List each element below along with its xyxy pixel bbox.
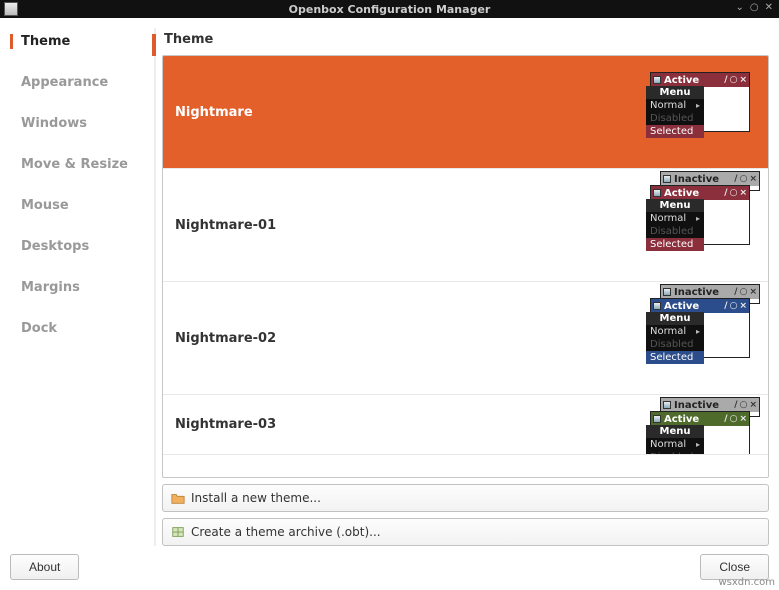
- preview-menu-item-selected: Selected: [646, 238, 704, 251]
- theme-name: Nightmare: [171, 62, 628, 162]
- preview-menu-item-selected: Selected: [646, 351, 704, 364]
- theme-name: Nightmare-02: [171, 288, 628, 388]
- folder-icon: [171, 491, 185, 505]
- preview-menu-item-disabled: Disabled: [646, 112, 704, 125]
- watermark: wsxdn.com: [718, 577, 775, 588]
- sidebar-item-dock[interactable]: Dock: [10, 321, 150, 336]
- sidebar-item-margins[interactable]: Margins: [10, 280, 150, 295]
- theme-name: Nightmare-03: [171, 401, 628, 448]
- content-pane: Theme NightmareActive∕○×MenuNormal▸Disab…: [162, 28, 769, 546]
- preview-menu-item-disabled: Disabled: [646, 225, 704, 238]
- preview-menu-item: Normal▸: [646, 325, 704, 338]
- theme-name: Nightmare-01: [171, 175, 628, 275]
- theme-list[interactable]: NightmareActive∕○×MenuNormal▸DisabledSel…: [162, 55, 769, 478]
- preview-menu-item: Normal▸: [646, 438, 704, 451]
- install-theme-button[interactable]: Install a new theme...: [162, 484, 769, 512]
- sidebar-item-desktops[interactable]: Desktops: [10, 239, 150, 254]
- close-icon[interactable]: ✕: [765, 2, 773, 13]
- preview-menu: MenuNormal▸DisabledSelected: [646, 199, 704, 251]
- sidebar-separator: [154, 28, 156, 546]
- window-titlebar: Openbox Configuration Manager ⌄ ○ ✕: [0, 0, 779, 18]
- sidebar-item-theme[interactable]: Theme: [10, 34, 150, 49]
- install-theme-label: Install a new theme...: [191, 491, 321, 505]
- preview-menu-item: Normal▸: [646, 212, 704, 225]
- preview-menu-item-disabled: Disabled: [646, 451, 704, 455]
- preview-menu-header: Menu: [646, 199, 704, 212]
- footer: About Close: [10, 554, 769, 580]
- preview-menu: MenuNormal▸DisabledSelected: [646, 425, 704, 455]
- theme-preview: Inactive∕○×Active∕○×MenuNormal▸DisabledS…: [628, 288, 760, 388]
- preview-menu-item-selected: Selected: [646, 125, 704, 138]
- create-archive-button[interactable]: Create a theme archive (.obt)...: [162, 518, 769, 546]
- section-title: Theme: [162, 28, 769, 55]
- theme-preview: Inactive∕○×Active∕○×MenuNormal▸DisabledS…: [628, 401, 760, 448]
- package-icon: [171, 525, 185, 539]
- preview-inactive-titlebar: Inactive∕○×: [661, 398, 759, 412]
- sidebar-item-move-resize[interactable]: Move & Resize: [10, 157, 150, 172]
- maximize-icon[interactable]: ○: [750, 2, 759, 13]
- window-title: Openbox Configuration Manager: [0, 3, 779, 16]
- preview-active-titlebar: Active∕○×: [651, 186, 749, 200]
- minimize-icon[interactable]: ⌄: [735, 2, 743, 13]
- sidebar-item-mouse[interactable]: Mouse: [10, 198, 150, 213]
- preview-menu-item-disabled: Disabled: [646, 338, 704, 351]
- preview-active-titlebar: Active∕○×: [651, 299, 749, 313]
- about-button[interactable]: About: [10, 554, 79, 580]
- window-icon: [4, 2, 18, 16]
- preview-menu: MenuNormal▸DisabledSelected: [646, 312, 704, 364]
- preview-menu-header: Menu: [646, 312, 704, 325]
- preview-active-titlebar: Active∕○×: [651, 412, 749, 426]
- preview-menu-header: Menu: [646, 425, 704, 438]
- preview-inactive-titlebar: Inactive∕○×: [661, 285, 759, 299]
- active-tab-indicator: [152, 34, 156, 56]
- sidebar-item-appearance[interactable]: Appearance: [10, 75, 150, 90]
- preview-active-titlebar: Active∕○×: [651, 73, 749, 87]
- preview-menu-header: Menu: [646, 86, 704, 99]
- sidebar-item-windows[interactable]: Windows: [10, 116, 150, 131]
- theme-row[interactable]: Nightmare-03Inactive∕○×Active∕○×MenuNorm…: [163, 395, 768, 455]
- theme-row[interactable]: Nightmare-02Inactive∕○×Active∕○×MenuNorm…: [163, 282, 768, 395]
- preview-menu-item: Normal▸: [646, 99, 704, 112]
- theme-preview: Active∕○×MenuNormal▸DisabledSelected: [628, 62, 760, 162]
- theme-preview: Inactive∕○×Active∕○×MenuNormal▸DisabledS…: [628, 175, 760, 275]
- theme-row[interactable]: Nightmare-01Inactive∕○×Active∕○×MenuNorm…: [163, 169, 768, 282]
- create-archive-label: Create a theme archive (.obt)...: [191, 525, 381, 539]
- window-controls: ⌄ ○ ✕: [735, 2, 773, 13]
- preview-inactive-titlebar: Inactive∕○×: [661, 172, 759, 186]
- preview-menu: MenuNormal▸DisabledSelected: [646, 86, 704, 138]
- sidebar: Theme Appearance Windows Move & Resize Mouse…: [10, 28, 150, 546]
- theme-row[interactable]: NightmareActive∕○×MenuNormal▸DisabledSel…: [163, 56, 768, 169]
